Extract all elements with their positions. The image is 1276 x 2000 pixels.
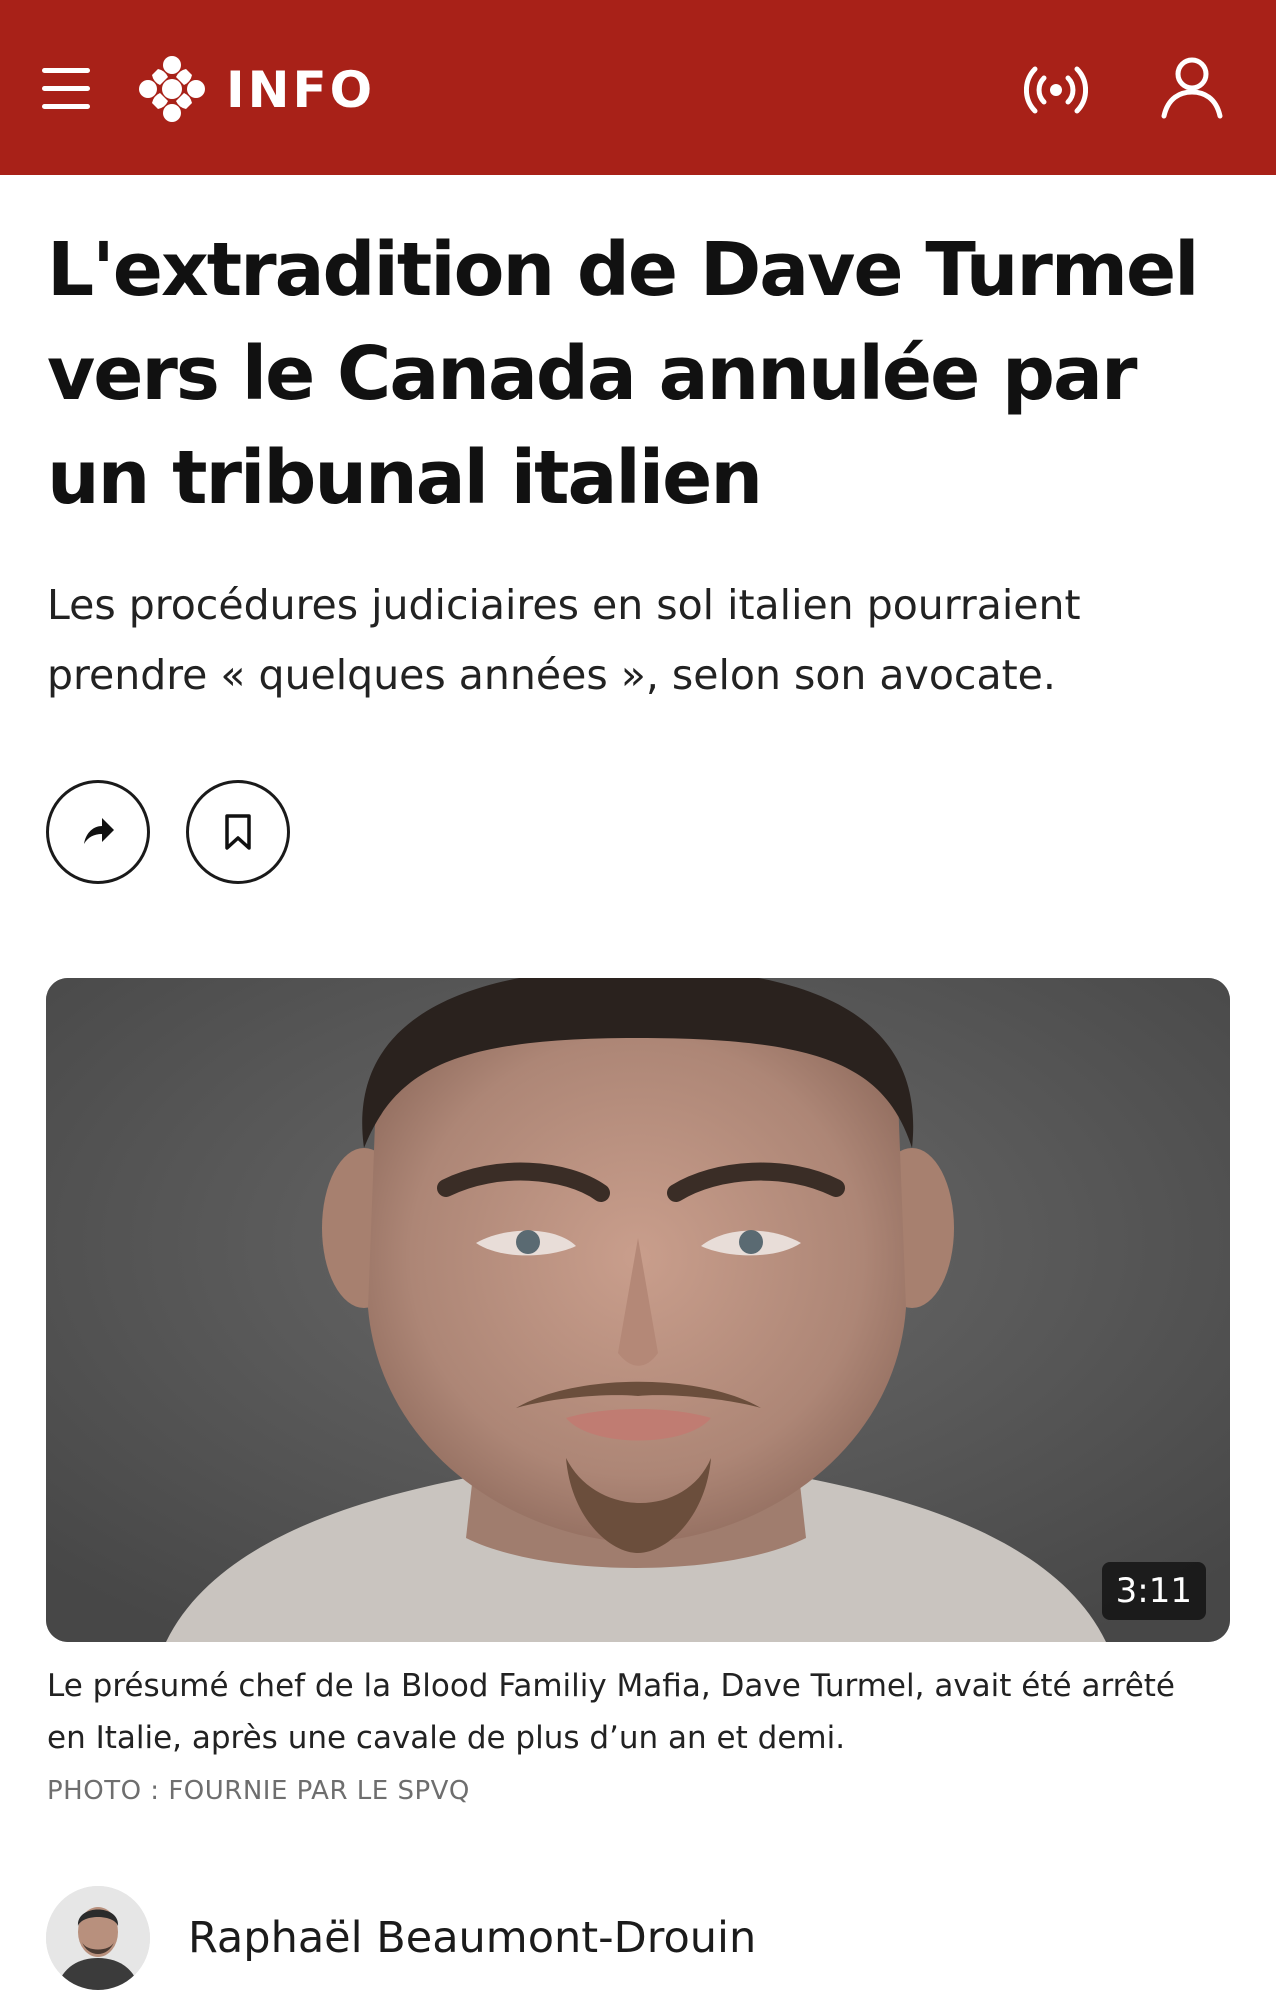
author-name[interactable]: Raphaël Beaumont-Drouin xyxy=(188,1908,756,1968)
hamburger-menu-icon-bar xyxy=(42,86,90,91)
live-broadcast-icon[interactable] xyxy=(1024,60,1088,120)
bookmark-button[interactable] xyxy=(186,780,290,884)
author-portrait xyxy=(46,1886,150,1990)
article-video-thumbnail[interactable]: 3:11 xyxy=(46,978,1230,1642)
mugshot-photo xyxy=(46,978,1230,1642)
top-navigation-bar: INFO xyxy=(0,0,1276,175)
bookmark-icon xyxy=(225,814,251,850)
user-profile-icon[interactable] xyxy=(1160,54,1224,120)
hamburger-menu-icon xyxy=(42,68,90,73)
share-arrow-icon xyxy=(84,818,114,844)
hamburger-menu-icon-bar xyxy=(42,104,90,109)
video-duration-badge: 3:11 xyxy=(1101,1562,1206,1620)
share-button[interactable] xyxy=(46,780,150,884)
article-headline: L'extradition de Dave Turmel vers le Can… xyxy=(47,227,1200,521)
photo-credit: PHOTO : FOURNIE PAR LE SPVQ xyxy=(47,1776,470,1806)
photo-caption: Le présumé chef de la Blood Familiy Mafi… xyxy=(47,1668,1176,1756)
menu-button[interactable] xyxy=(42,66,94,112)
article-subheadline: Les procédures judiciaires en sol italie… xyxy=(47,581,1081,699)
author-avatar[interactable] xyxy=(46,1886,150,1990)
cbc-gem-logo[interactable] xyxy=(138,55,206,123)
brand-label[interactable]: INFO xyxy=(226,56,375,124)
